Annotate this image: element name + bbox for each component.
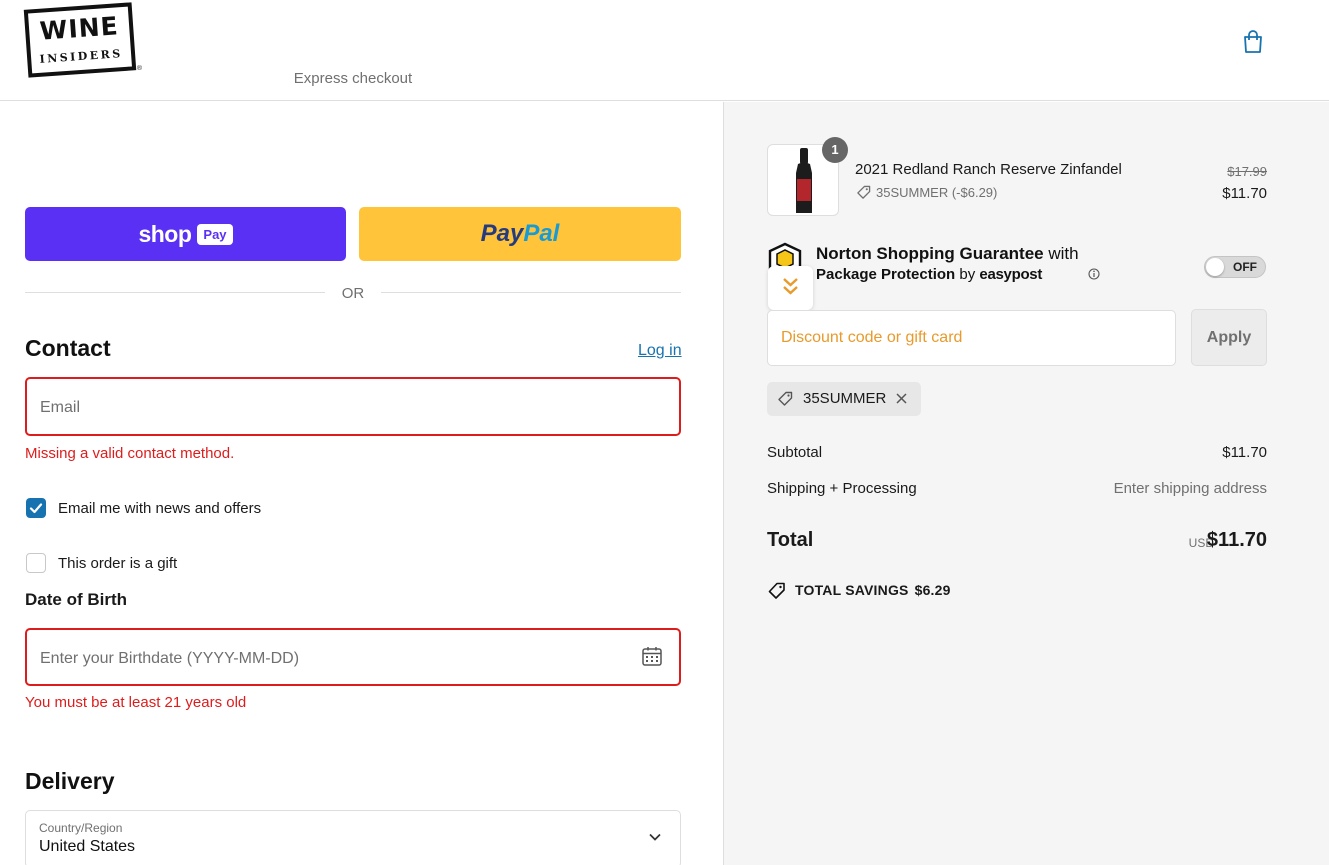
discount-code-input[interactable]: Discount code or gift card — [767, 310, 1176, 366]
subtotal-label: Subtotal — [767, 444, 823, 461]
logo-line2: INSIDERS — [39, 47, 124, 66]
shipping-label: Shipping + Processing — [767, 480, 917, 497]
country-label: Country/Region — [39, 821, 123, 835]
discount-code-placeholder: Discount code or gift card — [781, 329, 963, 346]
applied-discount-code: 35SUMMER — [803, 390, 887, 407]
newsletter-checkbox[interactable] — [26, 498, 46, 518]
norton-subtitle: Package Protection by easypost — [816, 266, 1042, 283]
expand-tab[interactable] — [768, 266, 813, 310]
birthdate-error-message: You must be at least 21 years old — [25, 694, 247, 711]
applied-discount-chip: 35SUMMER — [767, 382, 921, 416]
quantity-badge: 1 — [822, 137, 848, 163]
paypal-label-part2: Pal — [523, 220, 560, 247]
double-chevron-down-icon — [783, 278, 798, 295]
or-divider-left — [25, 292, 325, 293]
norton-title: Norton Shopping Guarantee with — [816, 244, 1079, 264]
gift-label[interactable]: This order is a gift — [58, 555, 177, 572]
original-price: $17.99 — [1227, 164, 1267, 179]
date-of-birth-title: Date of Birth — [25, 590, 127, 609]
discount-tag-icon — [857, 185, 871, 199]
by-label: by — [955, 266, 980, 283]
paypal-button[interactable]: Pay Pal — [359, 207, 681, 261]
birthdate-field[interactable]: Enter your Birthdate (YYYY-MM-DD) — [25, 628, 681, 686]
total-label: Total — [767, 529, 814, 551]
total-savings-value: $6.29 — [914, 582, 951, 598]
savings-tag-icon — [768, 582, 785, 599]
logo-line1: WINE — [38, 11, 120, 46]
toggle-knob — [1206, 258, 1224, 276]
easypost-brand: easypost — [979, 266, 1043, 283]
gift-checkbox[interactable] — [26, 553, 46, 573]
package-protection-label: Package Protection — [816, 266, 956, 283]
shop-pay-button[interactable]: shop Pay — [25, 207, 346, 261]
subtotal-value: $11.70 — [1222, 444, 1267, 461]
product-name: 2021 Redland Ranch Reserve Zinfandel — [855, 161, 1122, 178]
or-label: OR — [341, 285, 365, 302]
total-savings: TOTAL SAVINGS $6.29 — [795, 582, 951, 598]
delivery-heading: Delivery — [25, 768, 115, 794]
email-placeholder: Email — [40, 399, 81, 416]
toggle-label: OFF — [1233, 260, 1257, 274]
total-value: $11.70 — [1206, 529, 1267, 551]
tag-icon — [778, 391, 793, 406]
contact-heading: Contact — [25, 335, 111, 361]
info-icon[interactable] — [1088, 268, 1100, 280]
email-field[interactable]: Email — [25, 377, 681, 436]
country-value: United States — [39, 838, 136, 855]
or-divider-right — [381, 292, 681, 293]
birthdate-placeholder: Enter your Birthdate (YYYY-MM-DD) — [40, 650, 300, 667]
wine-insiders-logo[interactable]: WINE INSIDERS ® — [23, 2, 142, 78]
paypal-label-part1: Pay — [480, 220, 524, 247]
discounted-price: $11.70 — [1222, 185, 1267, 202]
express-checkout-title: Express checkout — [293, 70, 413, 87]
country-select[interactable]: Country/Region United States — [25, 810, 681, 865]
checkmark-icon — [29, 503, 43, 514]
norton-title-bold: Norton Shopping Guarantee — [816, 244, 1044, 263]
shipping-value: Enter shipping address — [1113, 480, 1267, 497]
log-in-link[interactable]: Log in — [638, 342, 682, 360]
shop-pay-badge: Pay — [197, 223, 233, 245]
norton-title-rest: with — [1043, 244, 1079, 263]
email-error-message: Missing a valid contact method. — [25, 445, 235, 462]
shopping-bag-icon[interactable] — [1242, 30, 1264, 54]
shop-pay-label: shop — [138, 220, 192, 247]
remove-discount-close-icon[interactable] — [894, 391, 909, 406]
product-discount: 35SUMMER (-$6.29) — [876, 185, 998, 200]
total-savings-label: TOTAL SAVINGS — [795, 582, 909, 598]
chevron-down-icon — [649, 833, 661, 841]
package-protection-toggle[interactable]: OFF — [1204, 256, 1266, 278]
apply-button[interactable]: Apply — [1191, 309, 1267, 366]
calendar-icon[interactable] — [641, 645, 663, 667]
newsletter-label[interactable]: Email me with news and offers — [58, 500, 261, 517]
